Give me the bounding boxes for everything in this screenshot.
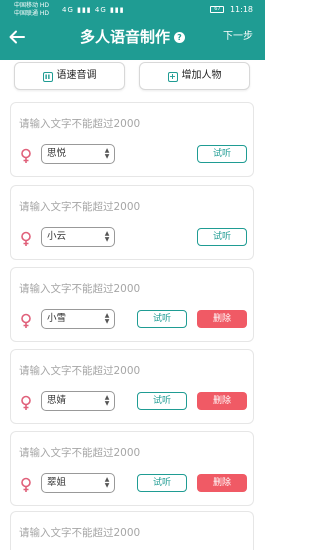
chevron-updown-icon: ▲ ▼ <box>104 312 110 325</box>
nav-bar: 多人语音制作? 下一步 <box>0 22 265 54</box>
add-person-label: 增加人物 <box>181 70 222 81</box>
delete-button[interactable]: 删除 <box>197 392 247 410</box>
text-input[interactable]: 请输入文字不能超过2000 <box>19 363 219 378</box>
clock: 11:18 <box>229 5 253 14</box>
female-icon <box>21 477 31 492</box>
voice-select[interactable]: 思婧 ▲ ▼ <box>41 391 115 411</box>
voice-value: 翠姐 <box>47 477 67 488</box>
female-icon <box>21 395 31 410</box>
chevron-updown-icon: ▲ ▼ <box>104 230 110 243</box>
app-header: 中国移动 HD 中国联通 HD 4G ▮▮▮ 4G ▮▮▮ 67 11:18 多… <box>0 0 265 60</box>
voice-value: 思婧 <box>47 395 67 406</box>
listen-button[interactable]: 试听 <box>137 310 187 328</box>
carrier-info: 中国移动 HD 中国联通 HD <box>14 2 49 18</box>
female-icon <box>21 313 31 328</box>
listen-button[interactable]: 试听 <box>137 392 187 410</box>
carrier-1: 中国移动 HD <box>14 2 50 9</box>
dialogue-card: 请输入文字不能超过2000 思悦 ▲ ▼ 试听 <box>10 102 254 177</box>
speed-pitch-button[interactable]: ıı 语速音调 <box>14 62 125 90</box>
voice-select[interactable]: 小云 ▲ ▼ <box>41 227 115 247</box>
help-icon[interactable]: ? <box>174 32 185 43</box>
next-step-button[interactable]: 下一步 <box>223 30 253 44</box>
chevron-updown-icon: ▲ ▼ <box>104 394 110 407</box>
voice-select[interactable]: 小雪 ▲ ▼ <box>41 309 115 329</box>
text-input[interactable]: 请输入文字不能超过2000 <box>19 525 219 540</box>
listen-button[interactable]: 试听 <box>197 228 247 246</box>
equalizer-icon: ıı <box>42 72 53 82</box>
text-input[interactable]: 请输入文字不能超过2000 <box>19 445 219 460</box>
plus-icon: + <box>167 72 178 82</box>
text-input[interactable]: 请输入文字不能超过2000 <box>19 116 219 131</box>
delete-button[interactable]: 删除 <box>197 310 247 328</box>
female-icon <box>21 231 31 246</box>
battery-icon: 67 <box>210 6 225 13</box>
add-person-button[interactable]: + 增加人物 <box>139 62 250 90</box>
voice-select[interactable]: 思悦 ▲ ▼ <box>41 144 115 164</box>
voice-value: 思悦 <box>47 148 67 159</box>
page-title: 多人语音制作 <box>79 28 170 46</box>
voice-select[interactable]: 翠姐 ▲ ▼ <box>41 473 115 493</box>
voice-value: 小云 <box>47 231 67 242</box>
dialogue-card: 请输入文字不能超过2000 小雪 ▲ ▼ 试听 删除 <box>10 267 254 342</box>
voice-value: 小雪 <box>47 313 67 324</box>
dialogue-card: 请输入文字不能超过2000 <box>10 511 254 550</box>
status-bar: 中国移动 HD 中国联通 HD 4G ▮▮▮ 4G ▮▮▮ 67 11:18 <box>0 0 265 22</box>
listen-button[interactable]: 试听 <box>137 474 187 492</box>
delete-button[interactable]: 删除 <box>197 474 247 492</box>
chevron-updown-icon: ▲ ▼ <box>104 476 110 489</box>
female-icon <box>21 148 31 163</box>
dialogue-card: 请输入文字不能超过2000 思婧 ▲ ▼ 试听 删除 <box>10 349 254 424</box>
dialogue-card: 请输入文字不能超过2000 翠姐 ▲ ▼ 试听 删除 <box>10 431 254 506</box>
text-input[interactable]: 请输入文字不能超过2000 <box>19 281 219 296</box>
dialogue-card: 请输入文字不能超过2000 小云 ▲ ▼ 试听 <box>10 185 254 260</box>
text-input[interactable]: 请输入文字不能超过2000 <box>19 199 219 214</box>
speed-pitch-label: 语速音调 <box>56 70 97 81</box>
status-right: 67 11:18 <box>210 5 253 14</box>
chevron-updown-icon: ▲ ▼ <box>104 147 110 160</box>
signal-icon: 4G ▮▮▮ 4G ▮▮▮ <box>62 6 125 14</box>
carrier-2: 中国联通 HD <box>14 10 50 17</box>
listen-button[interactable]: 试听 <box>197 145 247 163</box>
